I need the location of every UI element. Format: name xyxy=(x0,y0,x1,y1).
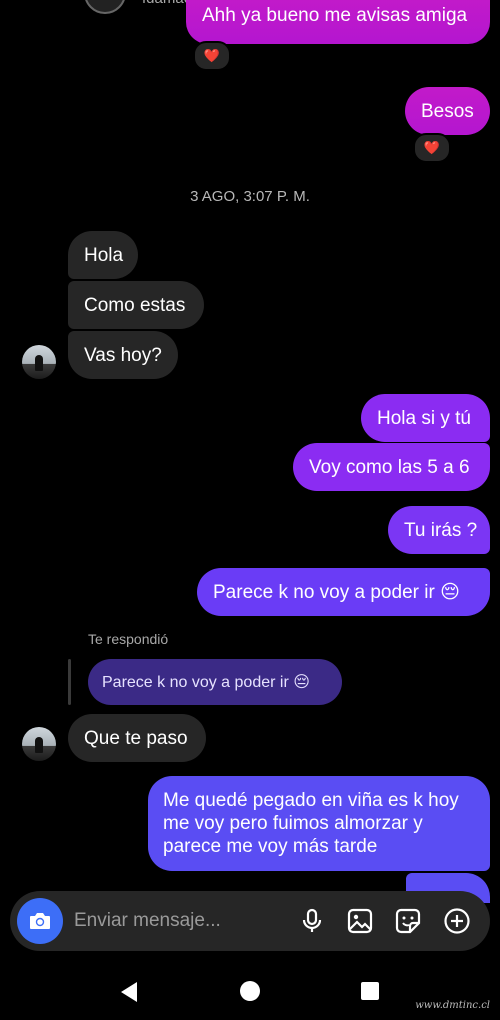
message-bubble-received[interactable]: Que te paso xyxy=(68,714,206,762)
message-bubble-sent[interactable]: Parece k no voy a poder ir 😔 xyxy=(197,568,490,616)
quoted-message[interactable]: Parece k no voy a poder ir 😔 xyxy=(88,659,342,705)
sender-avatar[interactable] xyxy=(22,727,56,761)
reply-bar xyxy=(68,659,71,705)
home-icon[interactable] xyxy=(240,981,260,1001)
camera-button[interactable] xyxy=(17,898,63,944)
profile-avatar[interactable] xyxy=(84,0,126,14)
message-bubble-sent[interactable]: Hola si y tú xyxy=(361,394,490,442)
message-composer: Enviar mensaje... xyxy=(10,891,490,951)
reaction-heart[interactable]: ❤️ xyxy=(193,41,231,71)
sticker-icon[interactable] xyxy=(394,907,422,935)
message-bubble-received[interactable]: Vas hoy? xyxy=(68,331,178,379)
sender-avatar[interactable] xyxy=(22,345,56,379)
back-icon[interactable] xyxy=(119,981,139,1003)
message-line: parece me voy más tarde xyxy=(163,836,378,857)
message-bubble-sent[interactable]: Besos xyxy=(405,87,490,135)
image-icon[interactable] xyxy=(346,907,374,935)
heart-icon: ❤️ xyxy=(203,48,221,63)
reaction-heart[interactable]: ❤️ xyxy=(413,133,451,163)
timestamp: 3 AGO, 3:07 P. M. xyxy=(190,188,310,205)
camera-icon xyxy=(30,913,50,929)
message-bubble-sent[interactable]: Me quedé pegado en viña es k hoy me voy … xyxy=(148,776,490,871)
message-bubble-sent[interactable]: Tu irás ? xyxy=(388,506,490,554)
plus-circle-icon[interactable] xyxy=(443,907,471,935)
message-bubble-received[interactable]: Hola xyxy=(68,231,138,279)
microphone-icon[interactable] xyxy=(298,907,326,935)
reply-label: Te respondió xyxy=(88,631,169,647)
message-bubble-sent[interactable]: Voy como las 5 a 6 xyxy=(293,443,490,491)
heart-icon: ❤️ xyxy=(423,140,441,155)
recent-apps-icon[interactable] xyxy=(361,982,379,1000)
message-bubble-received[interactable]: Como estas xyxy=(68,281,204,329)
message-line: Me quedé pegado en viña es k hoy xyxy=(163,790,459,811)
watermark: www.dmtinc.cl xyxy=(415,1000,490,1011)
message-line: me voy pero fuimos almorzar y xyxy=(163,813,423,834)
message-input[interactable]: Enviar mensaje... xyxy=(74,910,221,932)
message-bubble-sent[interactable]: Ahh ya bueno me avisas amiga xyxy=(186,0,490,44)
